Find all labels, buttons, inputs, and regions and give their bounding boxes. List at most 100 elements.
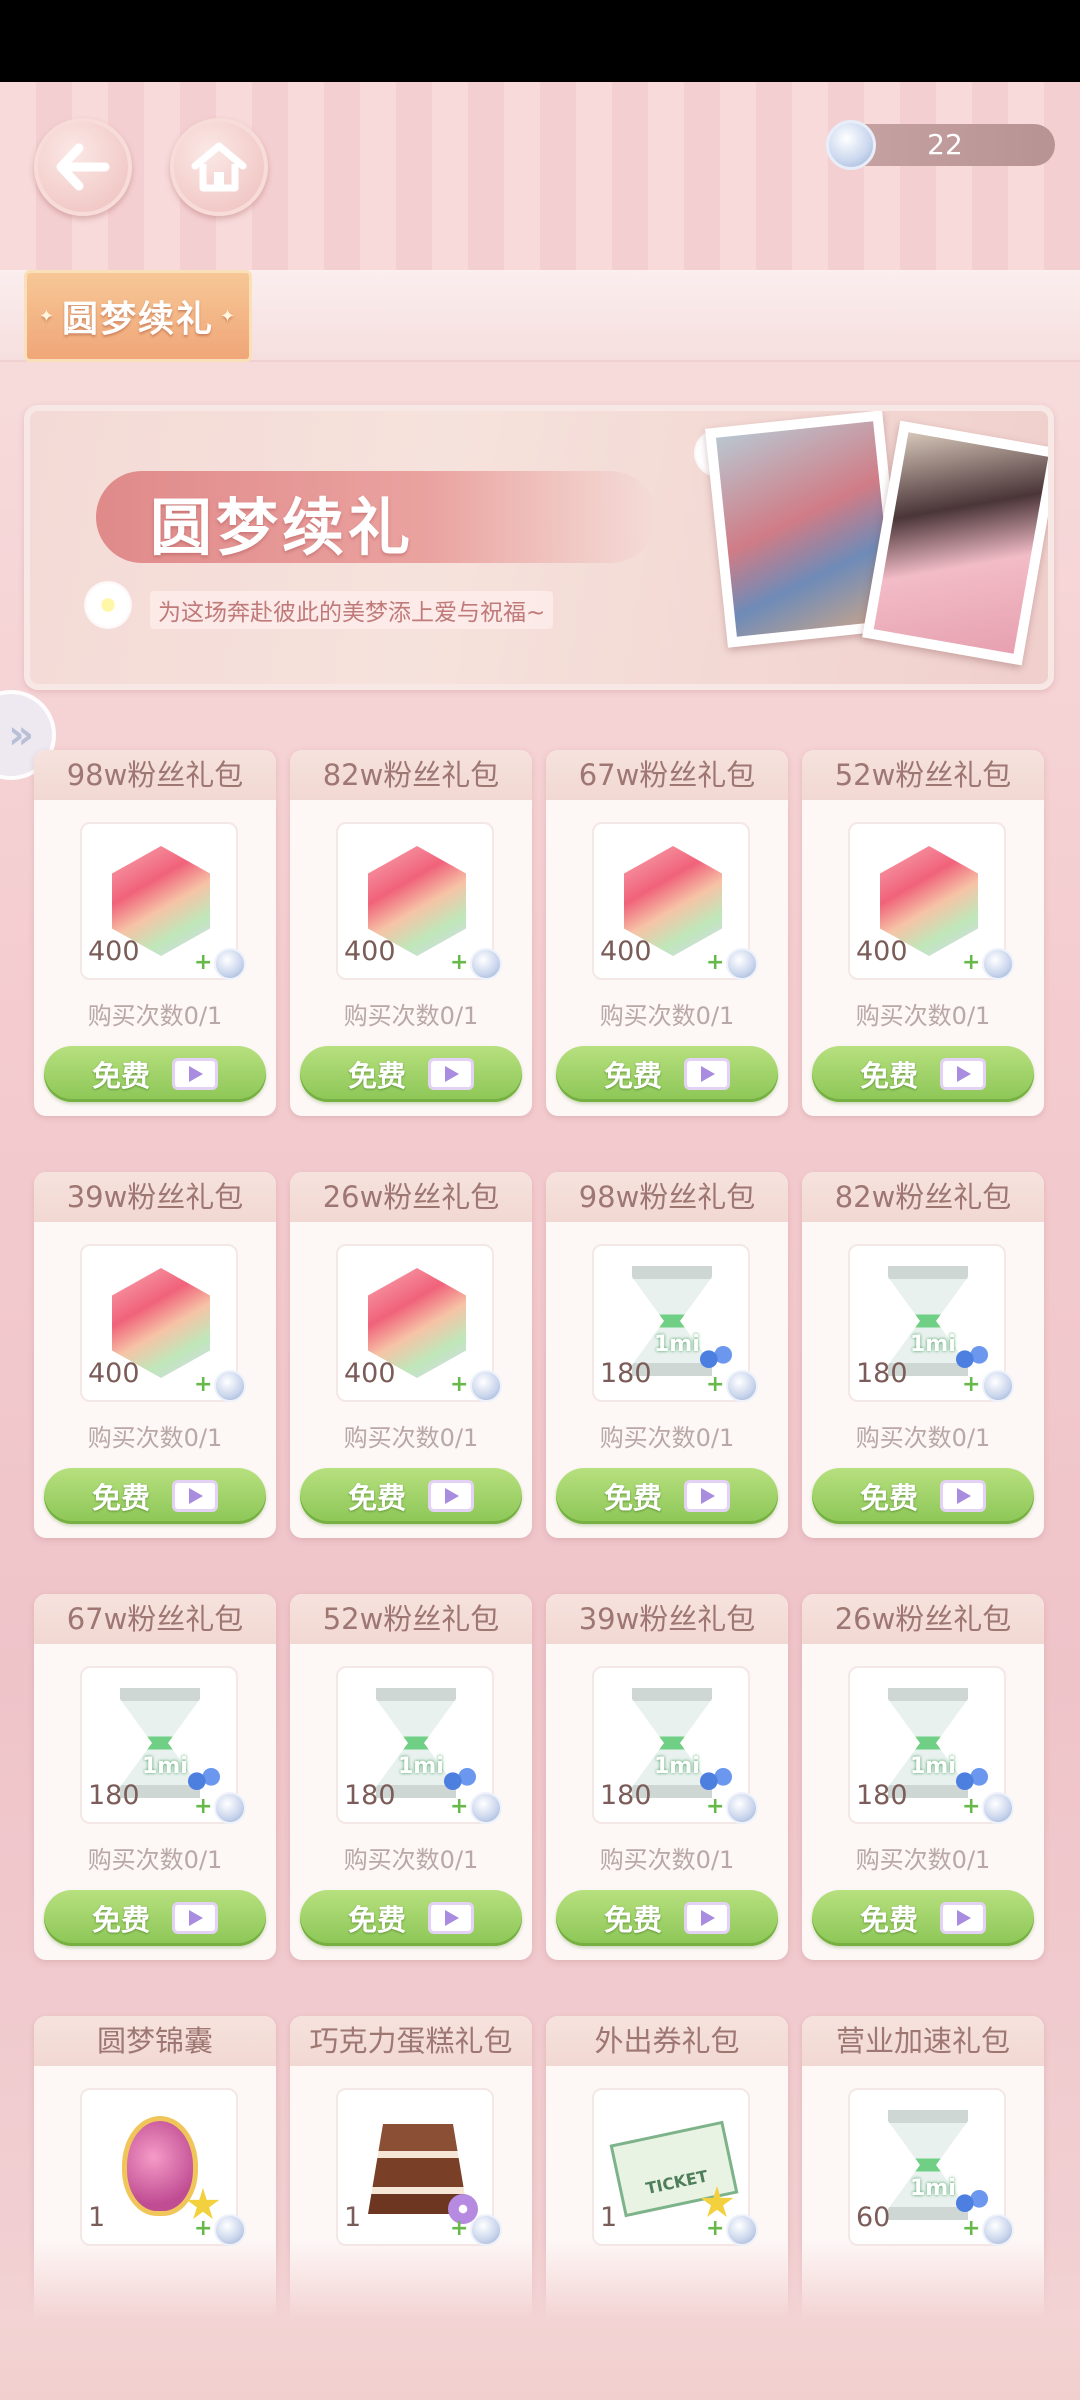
blue-gem-cluster-icon xyxy=(954,1346,990,1368)
coin-icon xyxy=(470,948,502,980)
video-ad-icon xyxy=(172,1058,218,1090)
card-title: 圆梦锦囊 xyxy=(34,2016,276,2066)
free-claim-button[interactable]: 免费 xyxy=(812,1890,1034,1946)
item-quantity: 400 xyxy=(600,936,652,967)
tab-yuanmeng-xuli[interactable]: ✦ 圆梦续礼 ✦ xyxy=(24,270,252,362)
gift-pack-card[interactable]: 82w粉丝礼包 1mi 180 + 购买次数0/1 免费 xyxy=(802,1172,1044,1538)
gift-pack-card[interactable]: 39w粉丝礼包 1mi 180 + 购买次数0/1 免费 xyxy=(546,1594,788,1960)
gift-pack-card[interactable]: 26w粉丝礼包 1mi 180 + 购买次数0/1 免费 xyxy=(802,1594,1044,1960)
home-icon xyxy=(191,142,247,192)
gift-pack-card[interactable]: 98w粉丝礼包 1mi 180 + 购买次数0/1 免费 xyxy=(546,1172,788,1538)
back-button[interactable] xyxy=(34,118,132,216)
blue-gem-cluster-icon xyxy=(442,1768,478,1790)
card-title: 98w粉丝礼包 xyxy=(546,1172,788,1222)
free-claim-button[interactable]: 免费 xyxy=(812,1046,1034,1102)
coin-icon xyxy=(826,120,876,170)
header xyxy=(0,82,1080,272)
item-quantity: 1 xyxy=(600,2202,618,2233)
card-title: 82w粉丝礼包 xyxy=(802,1172,1044,1222)
video-ad-icon xyxy=(428,1902,474,1934)
currency-value: 22 xyxy=(927,128,963,161)
hourglass-label: 1mi xyxy=(910,1754,956,1779)
lucky-bag-icon xyxy=(122,2116,198,2216)
card-title: 67w粉丝礼包 xyxy=(34,1594,276,1644)
free-button-label: 免费 xyxy=(859,1481,918,1515)
home-button[interactable] xyxy=(170,118,268,216)
purchase-limit: 购买次数0/1 xyxy=(87,1002,223,1030)
plus-icon: + xyxy=(706,2216,725,2241)
gift-pack-card[interactable]: 82w粉丝礼包 400 + 购买次数0/1 免费 xyxy=(290,750,532,1116)
banner-title: 圆梦续礼 xyxy=(150,491,415,564)
plus-icon: + xyxy=(962,1372,981,1397)
coin-icon xyxy=(214,1792,246,1824)
free-button-label: 免费 xyxy=(91,1903,150,1937)
gift-pack-card[interactable]: 52w粉丝礼包 400 + 购买次数0/1 免费 xyxy=(802,750,1044,1116)
plus-icon: + xyxy=(962,1794,981,1819)
gift-pack-card[interactable]: 98w粉丝礼包 400 + 购买次数0/1 免费 xyxy=(34,750,276,1116)
hourglass-label: 1mi xyxy=(910,2176,956,2201)
purchase-limit: 购买次数0/1 xyxy=(599,1002,735,1030)
gift-pack-card[interactable]: 39w粉丝礼包 400 + 购买次数0/1 免费 xyxy=(34,1172,276,1538)
plus-icon: + xyxy=(706,950,725,975)
plus-icon: + xyxy=(450,1794,469,1819)
gift-pack-card[interactable]: 67w粉丝礼包 400 + 购买次数0/1 免费 xyxy=(546,750,788,1116)
plus-icon: + xyxy=(706,1794,725,1819)
item-quantity: 180 xyxy=(88,1780,140,1811)
plus-icon: + xyxy=(706,1372,725,1397)
free-button-label: 免费 xyxy=(603,1481,662,1515)
blue-gem-cluster-icon xyxy=(186,1768,222,1790)
free-claim-button[interactable]: 免费 xyxy=(44,1890,266,1946)
free-claim-button[interactable]: 免费 xyxy=(556,1468,778,1524)
item-quantity: 1 xyxy=(344,2202,362,2233)
banner-photo-right xyxy=(862,420,1048,666)
back-arrow-icon xyxy=(56,143,110,191)
coin-icon xyxy=(214,1370,246,1402)
purchase-limit: 购买次数0/1 xyxy=(855,1846,991,1874)
free-button-label: 免费 xyxy=(347,1059,406,1093)
card-title: 26w粉丝礼包 xyxy=(802,1594,1044,1644)
item-quantity: 180 xyxy=(344,1780,396,1811)
item-quantity: 180 xyxy=(856,1358,908,1389)
item-quantity: 400 xyxy=(856,936,908,967)
free-claim-button[interactable]: 免费 xyxy=(44,1046,266,1102)
item-quantity: 180 xyxy=(600,1780,652,1811)
purchase-limit: 购买次数0/1 xyxy=(855,1002,991,1030)
coin-icon xyxy=(470,1792,502,1824)
gift-pack-card[interactable]: 26w粉丝礼包 400 + 购买次数0/1 免费 xyxy=(290,1172,532,1538)
sparkle-icon: ✦ xyxy=(220,305,238,327)
purchase-limit: 购买次数0/1 xyxy=(87,1424,223,1452)
free-claim-button[interactable]: 免费 xyxy=(44,1468,266,1524)
gift-pack-card[interactable]: 52w粉丝礼包 1mi 180 + 购买次数0/1 免费 xyxy=(290,1594,532,1960)
plus-icon: + xyxy=(450,1372,469,1397)
status-bar xyxy=(0,0,1080,82)
card-title: 39w粉丝礼包 xyxy=(546,1594,788,1644)
video-ad-icon xyxy=(428,1480,474,1512)
free-claim-button[interactable]: 免费 xyxy=(556,1890,778,1946)
purchase-limit: 购买次数0/1 xyxy=(343,1846,479,1874)
free-button-label: 免费 xyxy=(91,1481,150,1515)
item-quantity: 400 xyxy=(344,936,396,967)
coin-icon xyxy=(982,948,1014,980)
item-quantity: 60 xyxy=(856,2202,891,2233)
free-button-label: 免费 xyxy=(91,1059,150,1093)
free-claim-button[interactable]: 免费 xyxy=(812,1468,1034,1524)
item-quantity: 400 xyxy=(88,936,140,967)
video-ad-icon xyxy=(172,1902,218,1934)
free-claim-button[interactable]: 免费 xyxy=(300,1468,522,1524)
video-ad-icon xyxy=(684,1902,730,1934)
card-title: 52w粉丝礼包 xyxy=(290,1594,532,1644)
flower-icon xyxy=(84,581,132,629)
free-button-label: 免费 xyxy=(347,1903,406,1937)
free-claim-button[interactable]: 免费 xyxy=(556,1046,778,1102)
video-ad-icon xyxy=(428,1058,474,1090)
plus-icon: + xyxy=(194,2216,213,2241)
coin-icon xyxy=(726,1792,758,1824)
video-ad-icon xyxy=(940,1480,986,1512)
free-claim-button[interactable]: 免费 xyxy=(300,1046,522,1102)
card-title: 39w粉丝礼包 xyxy=(34,1172,276,1222)
free-claim-button[interactable]: 免费 xyxy=(300,1890,522,1946)
banner-subtitle: 为这场奔赴彼此的美梦添上爱与祝福~ xyxy=(150,591,554,629)
blue-gem-cluster-icon xyxy=(698,1768,734,1790)
plus-icon: + xyxy=(450,950,469,975)
gift-pack-card[interactable]: 67w粉丝礼包 1mi 180 + 购买次数0/1 免费 xyxy=(34,1594,276,1960)
